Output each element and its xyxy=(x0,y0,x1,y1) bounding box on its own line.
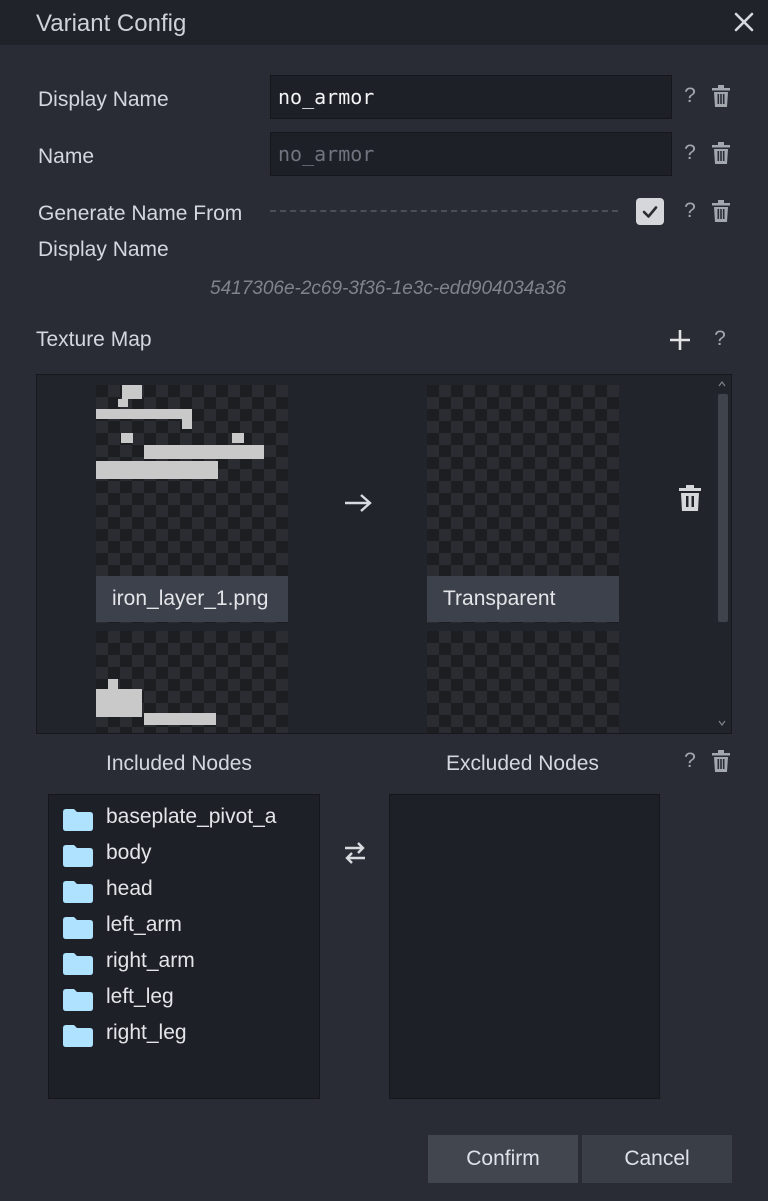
scrollbar-thumb[interactable] xyxy=(718,394,728,622)
target-texture-preview[interactable]: Transparent xyxy=(427,385,619,623)
dialog-title: Variant Config xyxy=(36,10,187,37)
check-icon xyxy=(642,206,658,218)
node-label: body xyxy=(106,841,152,864)
excluded-nodes-list xyxy=(389,794,660,1099)
folder-icon xyxy=(63,953,93,975)
dashed-separator xyxy=(270,210,618,212)
list-item[interactable]: head xyxy=(63,875,319,907)
list-item[interactable]: left_arm xyxy=(63,911,319,943)
node-label: left_arm xyxy=(106,913,182,936)
scroll-down-icon[interactable] xyxy=(718,719,726,727)
display-name-input[interactable]: no_armor xyxy=(270,75,672,119)
scroll-up-icon[interactable] xyxy=(718,380,726,388)
source-texture-preview-2[interactable] xyxy=(96,631,288,733)
folder-icon xyxy=(63,917,93,939)
texture-map-panel: iron_layer_1.png Transparent xyxy=(36,374,732,734)
target-texture-name: Transparent xyxy=(427,576,619,622)
display-name-trash-icon[interactable] xyxy=(712,85,730,107)
swap-icon[interactable] xyxy=(341,839,369,867)
node-label: right_leg xyxy=(106,1021,187,1044)
list-item[interactable]: body xyxy=(63,839,319,871)
close-icon[interactable] xyxy=(730,8,758,36)
included-nodes-list: baseplate_pivot_a body head left_arm rig… xyxy=(48,794,320,1099)
folder-icon xyxy=(63,809,93,831)
display-name-help-icon[interactable]: ? xyxy=(682,84,698,108)
name-trash-icon[interactable] xyxy=(712,142,730,164)
display-name-label: Display Name xyxy=(38,88,169,111)
target-texture-preview-2[interactable] xyxy=(427,631,619,733)
nodes-help-icon[interactable]: ? xyxy=(682,749,698,773)
list-item[interactable]: right_leg xyxy=(63,1019,319,1051)
confirm-button[interactable]: Confirm xyxy=(428,1135,578,1183)
included-nodes-label: Included Nodes xyxy=(106,752,252,775)
generate-name-help-icon[interactable]: ? xyxy=(682,199,698,223)
texture-map-scrollbar[interactable] xyxy=(714,376,730,732)
generate-name-trash-icon[interactable] xyxy=(712,200,730,222)
node-label: head xyxy=(106,877,153,900)
list-item[interactable]: baseplate_pivot_a xyxy=(63,803,319,835)
texture-map-help-icon[interactable]: ? xyxy=(712,327,728,351)
name-label: Name xyxy=(38,145,95,168)
folder-icon xyxy=(63,845,93,867)
node-label: left_leg xyxy=(106,985,174,1008)
generate-name-label-line1: Generate Name From xyxy=(38,202,243,225)
folder-icon xyxy=(63,989,93,1011)
node-label: right_arm xyxy=(106,949,195,972)
title-bar: Variant Config xyxy=(0,0,768,45)
name-input[interactable]: no_armor xyxy=(270,132,672,176)
name-help-icon[interactable]: ? xyxy=(682,141,698,165)
excluded-nodes-label: Excluded Nodes xyxy=(446,752,599,775)
list-item[interactable]: right_arm xyxy=(63,947,319,979)
cancel-button[interactable]: Cancel xyxy=(582,1135,732,1183)
source-texture-name: iron_layer_1.png xyxy=(96,576,288,622)
add-icon[interactable] xyxy=(669,329,691,351)
arrow-right-icon xyxy=(345,494,372,512)
texture-map-label: Texture Map xyxy=(36,328,152,351)
variant-uuid: 5417306e-2c69-3f36-1e3c-edd904034a36 xyxy=(210,278,567,299)
folder-icon xyxy=(63,881,93,903)
folder-icon xyxy=(63,1025,93,1047)
generate-name-label-line2: Display Name xyxy=(38,238,169,261)
nodes-trash-icon[interactable] xyxy=(712,750,730,772)
generate-name-checkbox[interactable] xyxy=(636,198,664,225)
remove-entry-icon[interactable] xyxy=(679,485,701,511)
node-label: baseplate_pivot_a xyxy=(106,805,277,828)
list-item[interactable]: left_leg xyxy=(63,983,319,1015)
source-texture-preview[interactable]: iron_layer_1.png xyxy=(96,385,288,623)
